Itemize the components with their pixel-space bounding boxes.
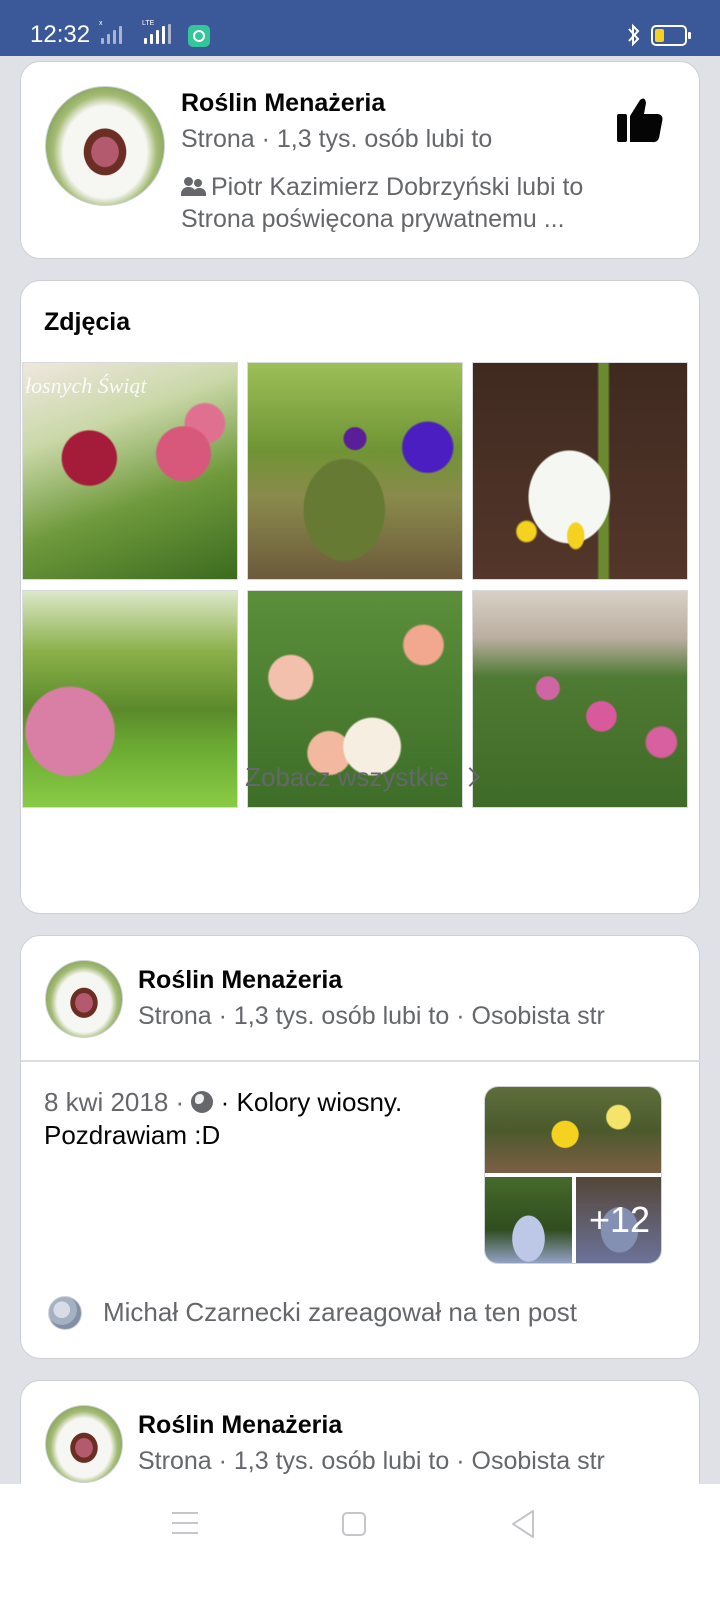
page-description: Strona poświęcona prywatnemu ... (181, 205, 565, 233)
battery-icon (651, 25, 691, 46)
post2-author-subtitle: Strona · 1,3 tys. osób lubi to · Osobist… (138, 1447, 605, 1475)
post2-author-avatar[interactable] (45, 1405, 123, 1483)
bluetooth-icon (627, 23, 641, 52)
photos-card: Zdjęcia łosnych Świąt Zobacz wszystkie (20, 280, 700, 914)
reactor-avatar[interactable] (48, 1296, 82, 1330)
status-time: 12:32 (30, 21, 91, 48)
liked-by-line: Piotr Kazimierz Dobrzyński lubi to (181, 172, 583, 202)
friends-icon (181, 177, 207, 197)
photo-hellebore[interactable]: łosnych Świąt (22, 362, 238, 580)
post-author-subtitle: Strona · 1,3 tys. osób lubi to · Osobist… (138, 1002, 605, 1030)
post-author-avatar[interactable] (45, 960, 123, 1038)
see-all-photos-link[interactable]: Zobacz wszystkie (21, 755, 701, 795)
liked-by-text: Piotr Kazimierz Dobrzyński lubi to (211, 173, 584, 201)
post-photo-daffodils[interactable] (485, 1087, 661, 1173)
see-all-label[interactable]: Zobacz wszystkie (245, 762, 449, 792)
post-card[interactable]: Roślin Menażeria Strona · 1,3 tys. osób … (20, 935, 701, 1359)
post-text-line2: Pozdrawiam :D (44, 1120, 221, 1150)
status-bar: 12:32 x LTE (0, 0, 720, 56)
home-icon[interactable] (342, 1512, 366, 1536)
post-text-line1: · Kolory wiosny. (213, 1087, 403, 1117)
photo-overlay-text: łosnych Świąt (25, 373, 147, 398)
photo-primroses[interactable] (247, 362, 463, 580)
system-nav-bar (0, 1484, 720, 1600)
photo-snowflake[interactable] (472, 362, 688, 580)
photos-section-title: Zdjęcia (44, 308, 131, 336)
menu-icon[interactable] (172, 1512, 198, 1538)
page-subtitle: Strona · 1,3 tys. osób lubi to (181, 125, 493, 153)
globe-icon (191, 1091, 214, 1113)
post-photo-more[interactable]: +12 (576, 1177, 661, 1263)
page-name[interactable]: Roślin Menażeria (181, 88, 385, 118)
back-icon[interactable] (509, 1508, 537, 1540)
page-card[interactable]: Roślin Menażeria Strona · 1,3 tys. osób … (20, 61, 700, 259)
post-photo-bluebells[interactable] (485, 1177, 572, 1263)
post-photo-grid[interactable]: +12 (484, 1086, 662, 1264)
chevron-right-icon (459, 767, 480, 788)
post-date[interactable]: 8 kwi 2018 · (44, 1087, 191, 1117)
post-body: 8 kwi 2018 · · Kolory wiosny. Pozdrawiam… (44, 1086, 464, 1152)
post-divider (21, 1060, 701, 1062)
sim2-label: LTE (142, 20, 155, 27)
post-author-name[interactable]: Roślin Menażeria (138, 965, 342, 995)
more-photos-count: +12 (576, 1177, 661, 1263)
app-notification-icon (188, 25, 210, 47)
signal-icon-sim2: LTE (142, 20, 174, 44)
sim1-label: x (99, 20, 103, 27)
signal-icon-sim1: x (99, 20, 127, 44)
page-avatar[interactable] (45, 86, 165, 206)
thumbs-up-icon[interactable] (613, 94, 665, 146)
reaction-text[interactable]: Michał Czarnecki zareagował na ten post (103, 1295, 577, 1329)
post2-author-name[interactable]: Roślin Menażeria (138, 1410, 342, 1440)
